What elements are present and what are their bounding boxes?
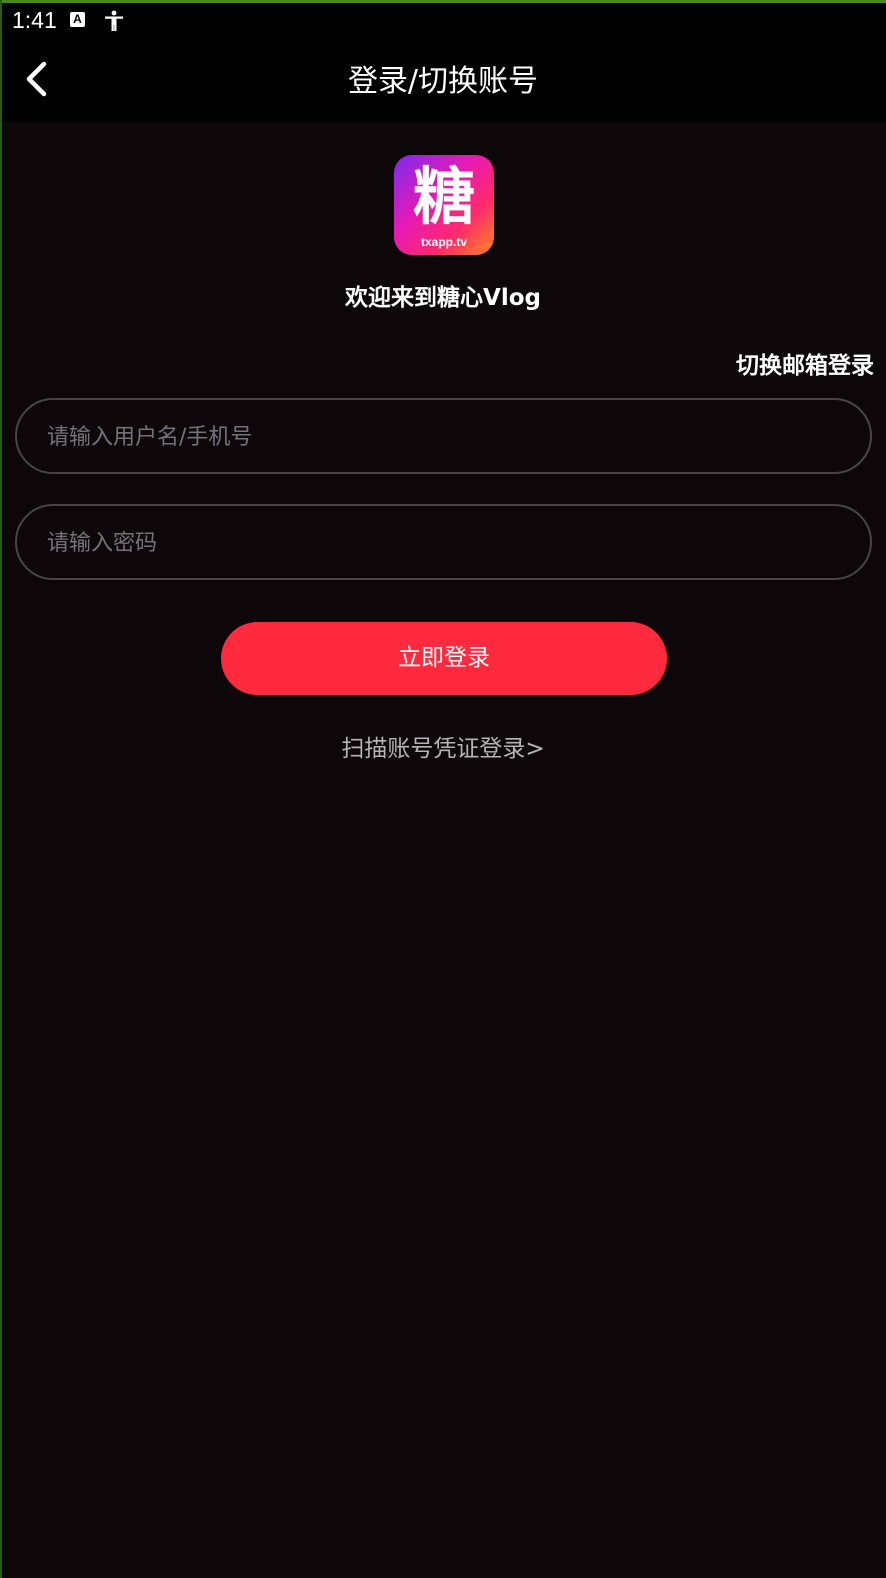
chevron-left-icon (26, 61, 47, 97)
password-field[interactable] (15, 504, 872, 580)
app-logo: 糖 txapp.tv (394, 155, 494, 255)
login-button[interactable]: 立即登录 (221, 622, 667, 695)
a-notification-letter: A (73, 12, 82, 26)
username-field[interactable] (15, 398, 872, 474)
page-title: 登录/切换账号 (347, 64, 539, 99)
back-button[interactable] (14, 55, 62, 103)
logo-character: 糖 (412, 160, 475, 233)
welcome-text: 欢迎来到糖心Vlog (345, 285, 541, 311)
username-input[interactable] (45, 400, 839, 474)
a-notification-icon: A (70, 12, 85, 27)
password-input[interactable] (45, 506, 839, 580)
accessibility-icon (105, 10, 123, 31)
header-bar: 登录/切换账号 (0, 41, 886, 122)
switch-email-login-link[interactable]: 切换邮箱登录 (736, 346, 874, 380)
logo-subtitle: txapp.tv (420, 235, 467, 249)
status-bar: 1:41 A (0, 3, 886, 41)
left-edge (0, 0, 2, 1578)
login-screen: 1:41 A 登录/切换账号 糖 txapp.tv 欢迎来到糖心Vlog 切换邮… (0, 0, 886, 1578)
scan-credential-login-link[interactable]: 扫描账号凭证登录> (0, 729, 886, 763)
status-time: 1:41 (12, 7, 57, 33)
